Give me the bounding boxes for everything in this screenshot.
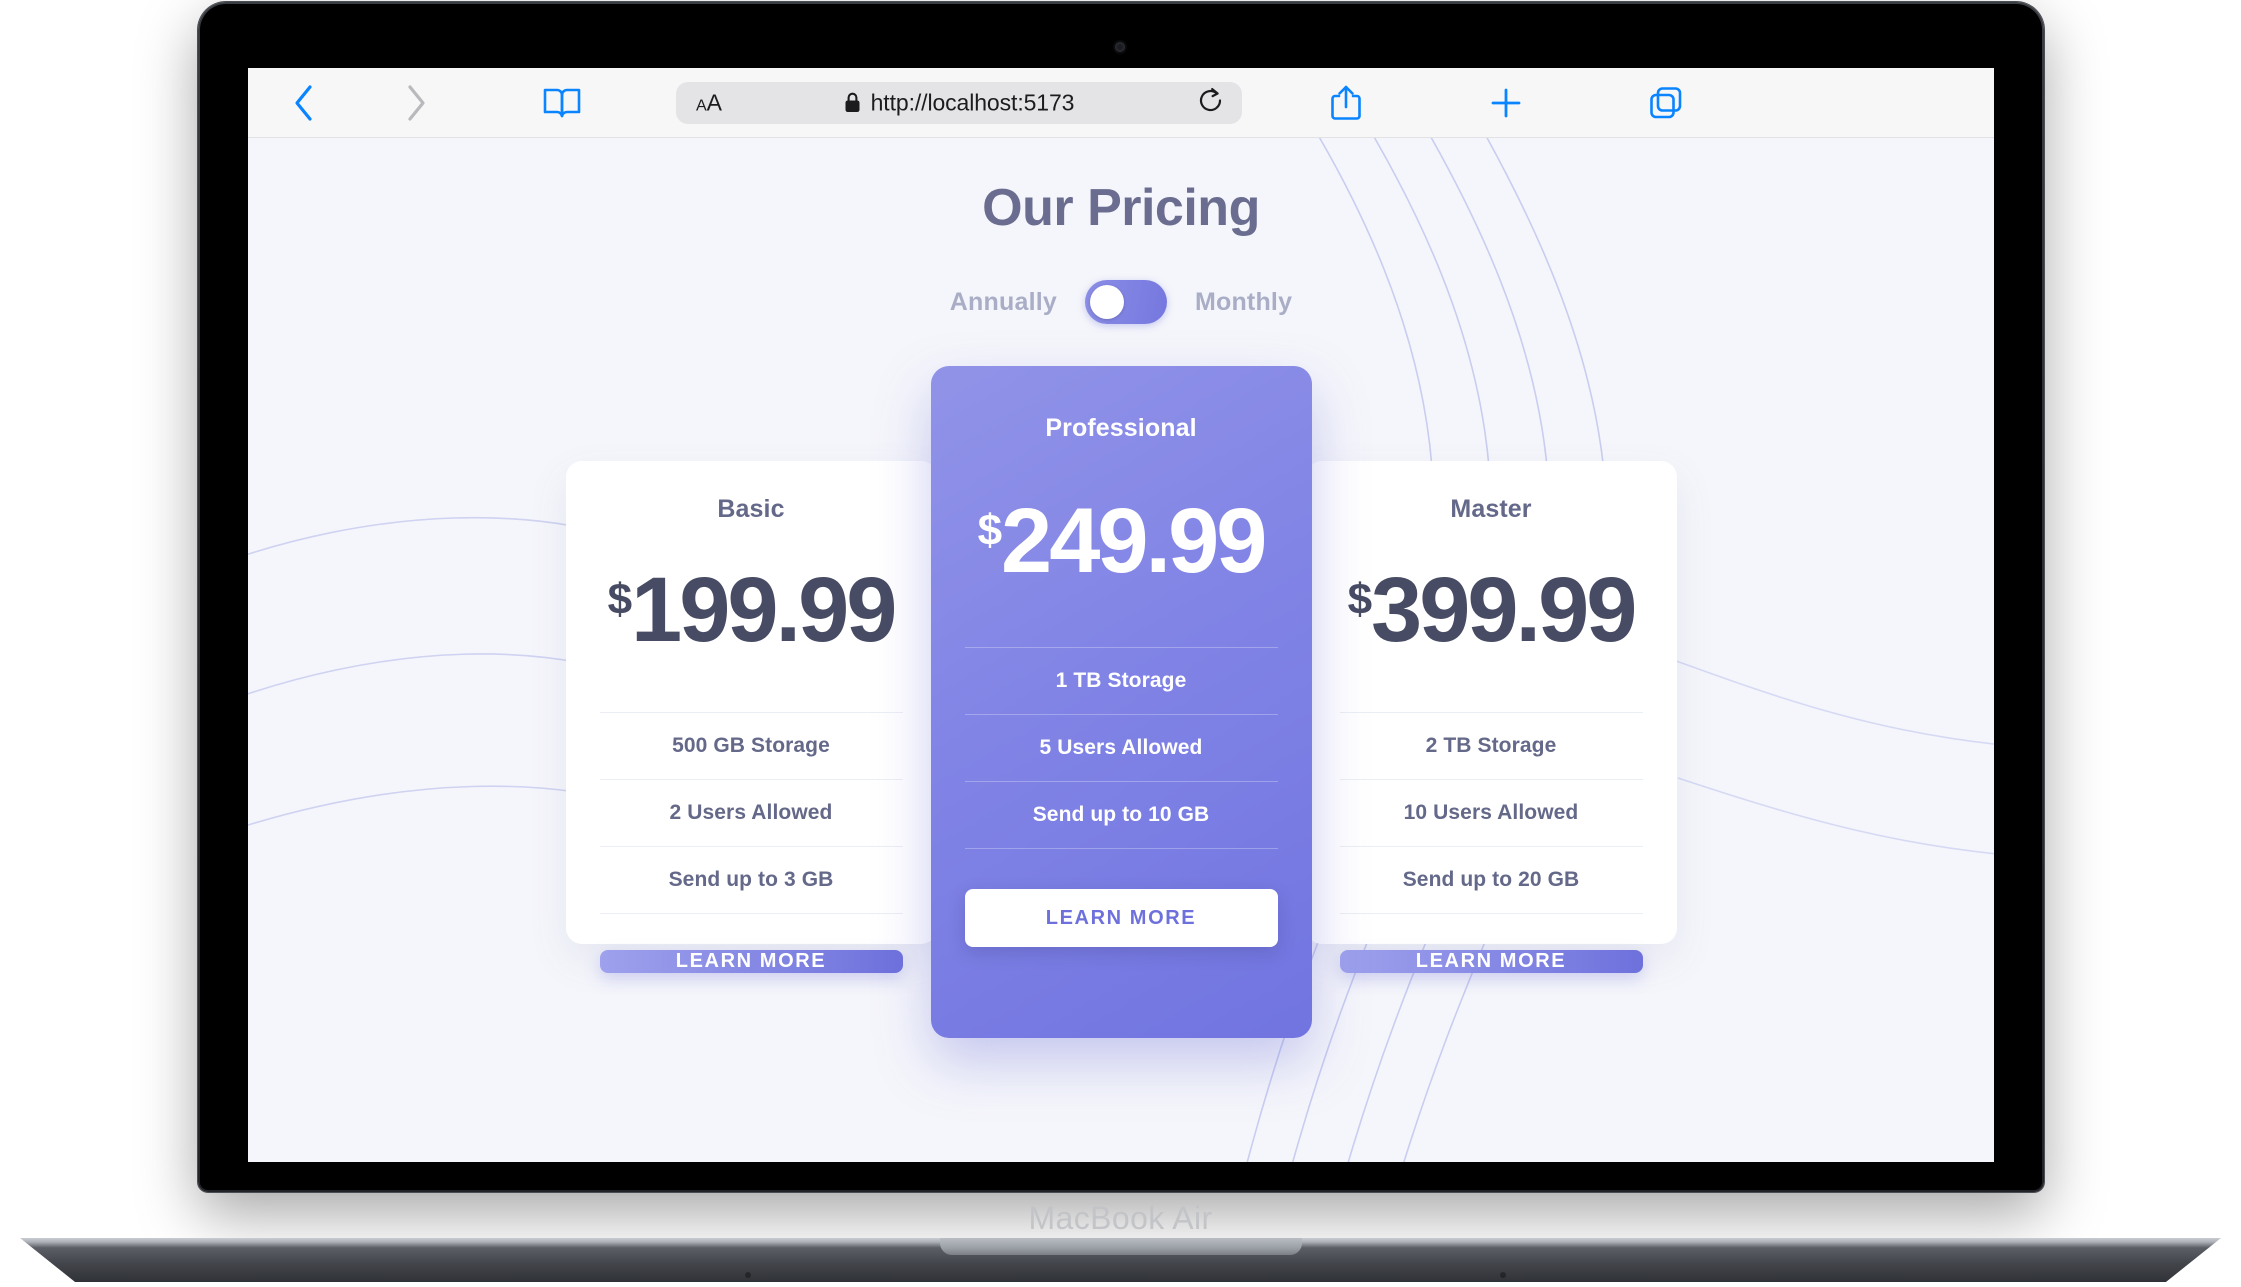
plan-name: Basic (717, 494, 785, 523)
reload-button[interactable] (1198, 86, 1224, 119)
url-text: http://localhost:5173 (870, 89, 1075, 115)
plan-features: 1 TB Storage 5 Users Allowed Send up to … (964, 647, 1278, 849)
tabs-icon (1650, 86, 1682, 118)
book-icon (543, 88, 581, 117)
feature-item: 5 Users Allowed (964, 714, 1278, 781)
pricing-card-basic[interactable]: Basic $ 199.99 500 GB Storage 2 Users Al… (565, 460, 937, 973)
billing-period-toggle-row: Annually Monthly (248, 280, 1994, 324)
tab-overview-button[interactable] (1586, 68, 1746, 138)
plan-name: Professional (1045, 414, 1197, 442)
toggle-label-monthly[interactable]: Monthly (1195, 288, 1292, 317)
toggle-knob (1089, 285, 1124, 319)
price-amount: 199.99 (631, 558, 897, 661)
laptop-base-notch (940, 1238, 1302, 1255)
feature-item: 10 Users Allowed (1339, 778, 1643, 846)
toggle-label-annually[interactable]: Annually (950, 288, 1057, 317)
device-model-label: MacBook Air (1028, 1200, 1213, 1236)
back-button[interactable] (248, 68, 360, 138)
laptop-base-foot (1500, 1272, 1506, 1278)
share-icon (1331, 85, 1361, 120)
feature-item: 1 TB Storage (964, 647, 1278, 714)
pricing-card-professional[interactable]: Professional $ 249.99 1 TB Storage 5 Use… (930, 366, 1312, 1038)
pricing-cards: Basic $ 199.99 500 GB Storage 2 Users Al… (248, 366, 1994, 1038)
feature-item: 2 TB Storage (1339, 711, 1643, 779)
feature-item: Send up to 3 GB (599, 845, 903, 914)
browser-toolbar: AA http://localhost:5173 (248, 68, 1994, 138)
address-bar-content: http://localhost:5173 (676, 89, 1242, 116)
feature-item: 2 Users Allowed (599, 778, 903, 846)
browser-window: AA http://localhost:5173 Our Pricing Ann… (248, 68, 1994, 1162)
feature-item: Send up to 10 GB (964, 781, 1278, 849)
pricing-page: Our Pricing Annually Monthly Basic $ 199… (248, 138, 1994, 1162)
forward-button[interactable] (360, 68, 472, 138)
lock-icon (845, 92, 860, 112)
plan-features: 2 TB Storage 10 Users Allowed Send up to… (1339, 711, 1643, 914)
chevron-left-icon (295, 84, 312, 121)
plan-features: 500 GB Storage 2 Users Allowed Send up t… (599, 711, 903, 914)
webcam-icon (1115, 42, 1125, 52)
feature-item: 500 GB Storage (599, 711, 903, 779)
screenshot-stage: AA http://localhost:5173 Our Pricing Ann… (0, 0, 2241, 1287)
price-amount: 249.99 (1001, 490, 1267, 592)
feature-item: Send up to 20 GB (1339, 845, 1643, 914)
chevron-right-icon (408, 84, 425, 121)
plan-price: $ 249.99 (977, 490, 1268, 592)
currency-symbol: $ (607, 574, 633, 624)
plus-icon (1491, 88, 1521, 117)
new-tab-button[interactable] (1426, 68, 1586, 138)
reload-icon (1199, 87, 1222, 111)
learn-more-button[interactable]: LEARN MORE (599, 949, 903, 973)
currency-symbol: $ (977, 506, 1003, 555)
reader-view-button[interactable] (472, 68, 652, 138)
address-bar[interactable]: AA http://localhost:5173 (676, 81, 1242, 124)
learn-more-button[interactable]: LEARN MORE (1339, 949, 1643, 973)
currency-symbol: $ (1347, 574, 1373, 624)
page-title: Our Pricing (982, 179, 1260, 237)
laptop-base-foot (745, 1272, 751, 1278)
price-amount: 399.99 (1371, 558, 1637, 661)
plan-price: $ 199.99 (607, 558, 898, 661)
billing-period-switch[interactable] (1084, 280, 1167, 324)
plan-price: $ 399.99 (1347, 558, 1638, 661)
learn-more-button[interactable]: LEARN MORE (964, 889, 1278, 947)
pricing-card-master[interactable]: Master $ 399.99 2 TB Storage 10 Users Al… (1305, 460, 1677, 973)
share-button[interactable] (1266, 68, 1426, 138)
plan-name: Master (1450, 494, 1532, 523)
